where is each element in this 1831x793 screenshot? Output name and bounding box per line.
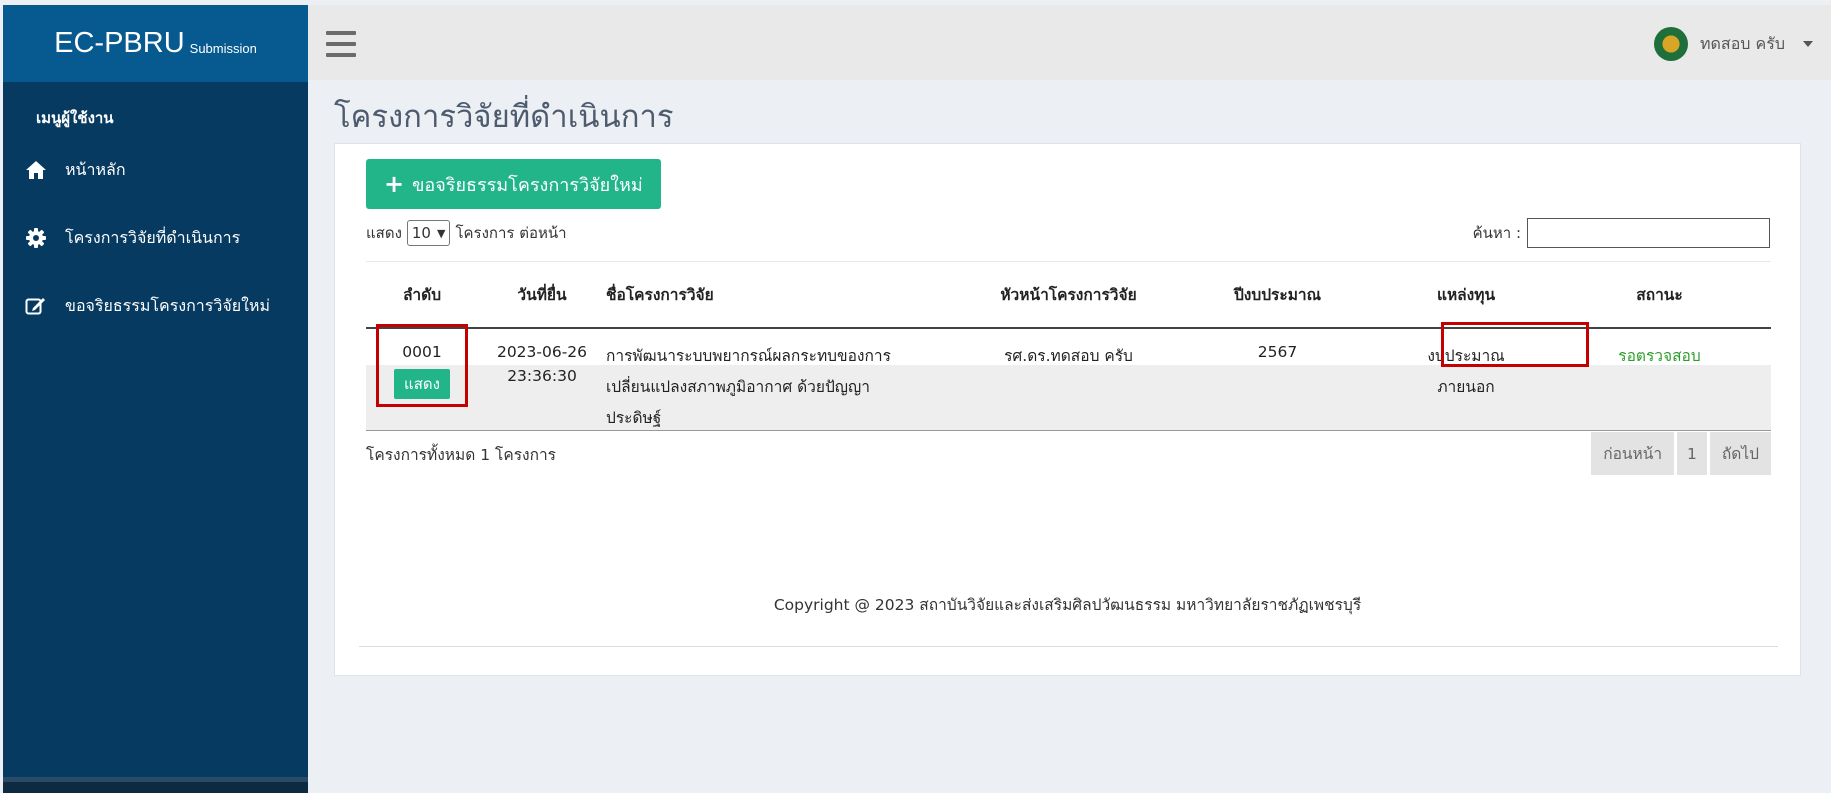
- page-length-value: 10: [411, 224, 431, 242]
- pagination-prev[interactable]: ก่อนหน้า: [1591, 432, 1675, 475]
- page-length-select[interactable]: 10 ▼: [406, 220, 451, 246]
- cell-year: 2567: [1171, 327, 1384, 431]
- project-name-line: เปลี่ยนแปลงสภาพภูมิอากาศ ด้วยปัญญา: [606, 377, 870, 396]
- brand-logo[interactable]: EC-PBRU Submission: [3, 5, 308, 82]
- column-header-no[interactable]: ลำดับ: [366, 261, 478, 329]
- show-button[interactable]: แสดง: [394, 368, 450, 399]
- status-badge: รอตรวจสอบ: [1618, 346, 1701, 365]
- sidebar-item-label: หน้าหลัก: [65, 159, 126, 179]
- cell-date: 2023-06-26 23:36:30: [478, 327, 606, 431]
- fund-line: ภายนอก: [1437, 377, 1495, 396]
- brand-subtitle: Submission: [189, 40, 257, 56]
- chevron-down-icon: ▼: [436, 226, 446, 240]
- project-name-line: การพัฒนาระบบพยากรณ์ผลกระทบของการ: [606, 346, 891, 365]
- table-info: โครงการทั้งหมด 1 โครงการ: [366, 446, 557, 464]
- page-title: โครงการวิจัยที่ดำเนินการ: [334, 99, 674, 135]
- cell-status: รอตรวจสอบ: [1548, 327, 1771, 431]
- page-length-control: แสดง 10 ▼ โครงการ ต่อหน้า: [366, 220, 567, 246]
- add-project-button[interactable]: + ขอจริยธรรมโครงการวิจัยใหม่: [366, 159, 661, 209]
- copyright-text: Copyright @ 2023 สถาบันวิจัยและส่งเสริมศ…: [773, 596, 1362, 614]
- length-prefix: แสดง: [366, 224, 402, 242]
- pagination-page[interactable]: 1: [1677, 432, 1707, 475]
- sidebar-item-projects[interactable]: โครงการวิจัยที่ดำเนินการ: [3, 204, 308, 272]
- sidebar-footer: [3, 777, 308, 793]
- cell-name: การพัฒนาระบบพยากรณ์ผลกระทบของการ เปลี่ยน…: [606, 327, 966, 431]
- cell-head: รศ.ดร.ทดสอบ ครับ: [966, 327, 1171, 431]
- column-header-year[interactable]: ปีงบประมาณ: [1171, 261, 1384, 329]
- topbar: ทดสอบ ครับ: [308, 5, 1831, 80]
- sidebar-item-home[interactable]: หน้าหลัก: [3, 136, 308, 204]
- projects-table: ลำดับ วันที่ยื่น ชื่อโครงการวิจัย หัวหน้…: [366, 261, 1771, 431]
- column-header-name[interactable]: ชื่อโครงการวิจัย: [606, 261, 966, 329]
- home-icon: [23, 159, 49, 181]
- cell-no: 0001 แสดง: [366, 327, 478, 431]
- column-header-head[interactable]: หัวหน้าโครงการวิจัย: [966, 261, 1171, 329]
- plus-icon: +: [384, 170, 405, 198]
- column-header-fund[interactable]: แหล่งทุน: [1384, 261, 1548, 329]
- project-name-line: ประดิษฐ์: [606, 408, 662, 427]
- column-header-date[interactable]: วันที่ยื่น: [478, 261, 606, 329]
- hamburger-icon[interactable]: [326, 31, 356, 57]
- submit-time: 23:36:30: [507, 366, 577, 385]
- footer-divider: [359, 646, 1778, 647]
- search-control: ค้นหา :: [1473, 218, 1770, 248]
- content-box: + ขอจริยธรรมโครงการวิจัยใหม่ แสดง 10 ▼ โ…: [334, 143, 1801, 676]
- caret-down-icon: [1803, 41, 1813, 47]
- user-name: ทดสอบ ครับ: [1699, 33, 1785, 53]
- avatar: [1653, 27, 1688, 61]
- length-suffix: โครงการ ต่อหน้า: [455, 224, 567, 242]
- column-header-status[interactable]: สถานะ: [1548, 261, 1771, 329]
- sidebar-item-new-request[interactable]: ขอจริยธรรมโครงการวิจัยใหม่: [3, 272, 308, 340]
- sidebar-item-label: โครงการวิจัยที่ดำเนินการ: [65, 227, 241, 247]
- menu-header: เมนูผู้ใช้งาน: [36, 109, 114, 127]
- gear-icon: [23, 227, 49, 249]
- pagination-next[interactable]: ถัดไป: [1709, 432, 1771, 475]
- brand-name: EC-PBRU: [54, 27, 185, 59]
- add-project-label: ขอจริยธรรมโครงการวิจัยใหม่: [412, 174, 643, 196]
- edit-icon: [23, 295, 49, 317]
- search-input[interactable]: [1527, 218, 1770, 248]
- table-row: 0001 แสดง 2023-06-26 23:36:30 การพัฒนาระ…: [366, 327, 1771, 431]
- cell-fund: งบประมาณ ภายนอก: [1384, 327, 1548, 431]
- sidebar: EC-PBRU Submission เมนูผู้ใช้งาน หน้าหลั…: [3, 5, 308, 793]
- submit-date: 2023-06-26: [496, 342, 588, 361]
- fund-line: งบประมาณ: [1427, 346, 1505, 365]
- sidebar-item-label: ขอจริยธรรมโครงการวิจัยใหม่: [65, 295, 270, 315]
- pagination: ก่อนหน้า 1 ถัดไป: [1588, 432, 1771, 475]
- project-id: 0001: [402, 342, 442, 361]
- table-header-row: ลำดับ วันที่ยื่น ชื่อโครงการวิจัย หัวหน้…: [366, 261, 1771, 329]
- user-menu[interactable]: ทดสอบ ครับ: [1653, 27, 1813, 61]
- search-label: ค้นหา :: [1472, 224, 1521, 242]
